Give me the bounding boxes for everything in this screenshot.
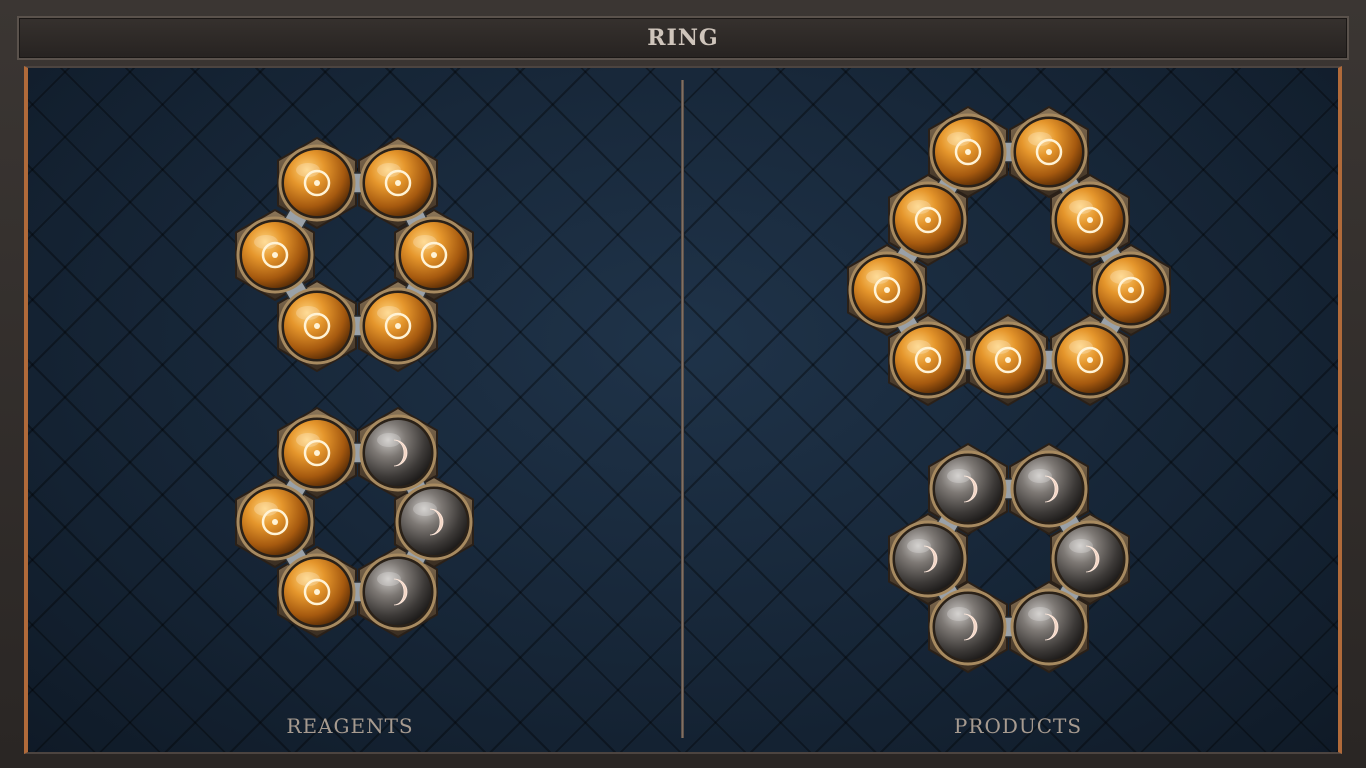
atom-moon[interactable]: [395, 483, 473, 561]
atom-fire[interactable]: [278, 414, 356, 492]
molecule-fire-moon-ring: [235, 406, 474, 639]
atom-moon[interactable]: [1010, 588, 1088, 666]
atom-fire[interactable]: [848, 251, 926, 329]
atom-fire[interactable]: [278, 144, 356, 222]
atom-fire[interactable]: [236, 216, 314, 294]
atom-moon[interactable]: [359, 414, 437, 492]
molecule-scene: [235, 105, 1171, 674]
atom-fire[interactable]: [929, 113, 1007, 191]
atom-fire[interactable]: [889, 181, 967, 259]
atom-fire[interactable]: [1051, 321, 1129, 399]
atom-fire[interactable]: [236, 483, 314, 561]
atom-fire[interactable]: [1010, 113, 1088, 191]
atom-moon[interactable]: [889, 520, 967, 598]
atom-fire[interactable]: [1092, 251, 1170, 329]
products-label: PRODUCTS: [953, 714, 1083, 738]
atom-fire[interactable]: [969, 321, 1047, 399]
atom-fire[interactable]: [395, 216, 473, 294]
atom-moon[interactable]: [1010, 450, 1088, 528]
molecule-moon-ring: [888, 442, 1130, 674]
molecule-large-fire-ring: [847, 105, 1171, 407]
atom-fire[interactable]: [278, 287, 356, 365]
atom-moon[interactable]: [929, 588, 1007, 666]
atom-fire[interactable]: [278, 553, 356, 631]
atom-fire[interactable]: [1051, 181, 1129, 259]
reagents-label: REAGENTS: [286, 714, 414, 738]
atom-fire[interactable]: [359, 287, 437, 365]
atom-fire[interactable]: [359, 144, 437, 222]
atom-fire[interactable]: [889, 321, 967, 399]
molecule-fire-ring: [235, 136, 474, 373]
atom-moon[interactable]: [1051, 520, 1129, 598]
atom-moon[interactable]: [929, 450, 1007, 528]
atom-moon[interactable]: [359, 553, 437, 631]
